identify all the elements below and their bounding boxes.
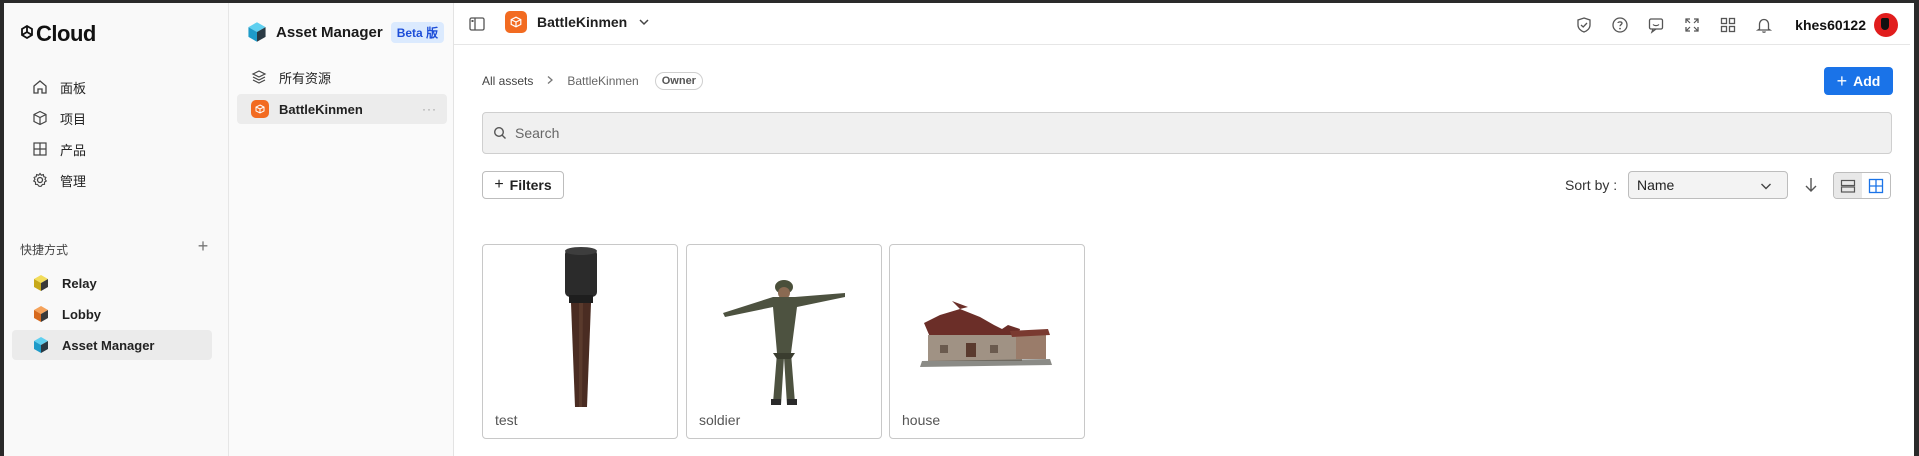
list-view-icon — [1840, 179, 1856, 193]
asset-manager-panel: Asset Manager Beta 版 所有资源 BattleKinmen ·… — [229, 3, 454, 456]
sort-label: Sort by : — [1565, 177, 1618, 193]
nav-item-label: 产品 — [60, 142, 87, 158]
cloud-logo[interactable]: Cloud — [20, 21, 96, 47]
asset-thumbnail-soldier — [723, 280, 845, 405]
list-view-button[interactable] — [1834, 173, 1862, 198]
sort-select[interactable]: Name — [1628, 171, 1788, 199]
username[interactable]: khes60122 — [1795, 17, 1866, 33]
nav-item-label: 项目 — [60, 111, 87, 127]
all-resources-label: 所有资源 — [279, 70, 332, 86]
view-toggle — [1833, 172, 1891, 199]
chevron-down-icon — [639, 19, 649, 26]
add-shortcut-button[interactable]: + — [194, 237, 212, 255]
asset-card[interactable]: test — [482, 244, 678, 439]
add-button[interactable]: + Add — [1824, 67, 1893, 95]
shortcuts-heading: 快捷方式 — [20, 243, 69, 257]
more-options-button[interactable]: ··· — [422, 102, 437, 116]
nav-item-dashboard[interactable]: 面板 — [12, 72, 212, 102]
project-switcher[interactable]: BattleKinmen — [505, 11, 651, 33]
asset-card-name: test — [495, 412, 518, 428]
asset-card-name: house — [902, 412, 941, 428]
fullscreen-icon[interactable] — [1683, 16, 1701, 34]
project-item-label: BattleKinmen — [279, 101, 363, 117]
asset-card[interactable]: house — [889, 244, 1085, 439]
asset-thumbnail-test — [565, 247, 597, 407]
sort-value: Name — [1637, 177, 1675, 193]
main-sidebar: Cloud 面板 项目 产品 管理 快捷方式 + Relay Lobby Ass… — [4, 3, 229, 456]
all-resources-item[interactable]: 所有资源 — [237, 62, 447, 92]
asset-thumbnail-house — [920, 301, 1052, 367]
project-badge-icon — [251, 100, 269, 118]
chevron-right-icon — [545, 74, 555, 88]
topbar-actions: khes60122 — [1575, 13, 1910, 37]
feedback-icon[interactable] — [1647, 16, 1665, 34]
asset-manager-cube-icon — [34, 337, 48, 353]
breadcrumb-all-assets[interactable]: All assets — [482, 74, 533, 88]
nav-item-projects[interactable]: 项目 — [12, 103, 212, 133]
brand-name: Cloud — [36, 21, 96, 46]
search-icon — [493, 126, 506, 139]
help-icon[interactable] — [1611, 16, 1629, 34]
search-input[interactable] — [515, 125, 1715, 141]
shortcut-lobby[interactable]: Lobby — [12, 299, 212, 329]
project-item-battlekinmen[interactable]: BattleKinmen ··· — [237, 94, 447, 124]
shortcut-label: Asset Manager — [62, 337, 155, 353]
filters-label: Filters — [509, 177, 552, 193]
chevron-down-icon — [1761, 183, 1771, 190]
home-icon — [32, 79, 48, 95]
nav-item-label: 管理 — [60, 173, 87, 189]
layers-icon — [251, 70, 267, 84]
cube-outline-icon — [32, 110, 48, 126]
lobby-cube-icon — [34, 306, 48, 322]
apps-grid-icon[interactable] — [1719, 16, 1737, 34]
shield-check-icon[interactable] — [1575, 16, 1593, 34]
project-badge-icon — [505, 11, 527, 33]
sort-direction-icon[interactable] — [1803, 176, 1819, 194]
grid-icon — [32, 141, 48, 157]
unity-logo-icon — [21, 25, 33, 39]
breadcrumb-current: BattleKinmen — [567, 74, 639, 88]
breadcrumb: All assets BattleKinmen Owner — [482, 72, 703, 90]
bell-icon[interactable] — [1755, 16, 1773, 34]
plus-icon: + — [494, 176, 504, 193]
grid-view-icon — [1868, 178, 1884, 193]
asset-manager-header: Asset Manager Beta 版 — [246, 21, 445, 43]
beta-badge: Beta 版 — [390, 21, 445, 43]
shortcut-asset-manager[interactable]: Asset Manager — [12, 330, 212, 360]
asset-card-name: soldier — [699, 412, 741, 428]
top-bar: BattleKinmen khes60122 — [454, 3, 1910, 45]
nav-item-products[interactable]: 产品 — [12, 134, 212, 164]
relay-cube-icon — [34, 275, 48, 291]
search-bar[interactable] — [482, 112, 1892, 154]
asset-card[interactable]: soldier — [686, 244, 882, 439]
nav-item-admin[interactable]: 管理 — [12, 165, 212, 195]
avatar[interactable] — [1874, 13, 1898, 37]
shortcut-label: Lobby — [62, 306, 101, 322]
plus-icon: + — [1836, 71, 1848, 91]
shortcut-label: Relay — [62, 275, 97, 291]
project-switcher-label: BattleKinmen — [537, 14, 628, 30]
role-badge: Owner — [654, 72, 703, 90]
gear-icon — [32, 172, 48, 188]
nav-item-label: 面板 — [60, 80, 87, 96]
toggle-sidebar-icon[interactable] — [468, 15, 486, 33]
asset-manager-logo-icon — [248, 22, 266, 42]
shortcut-relay[interactable]: Relay — [12, 268, 212, 298]
add-button-label: Add — [1853, 73, 1881, 89]
asset-manager-title: Asset Manager — [276, 23, 383, 41]
filters-button[interactable]: + Filters — [482, 171, 564, 199]
grid-view-button[interactable] — [1862, 173, 1890, 198]
